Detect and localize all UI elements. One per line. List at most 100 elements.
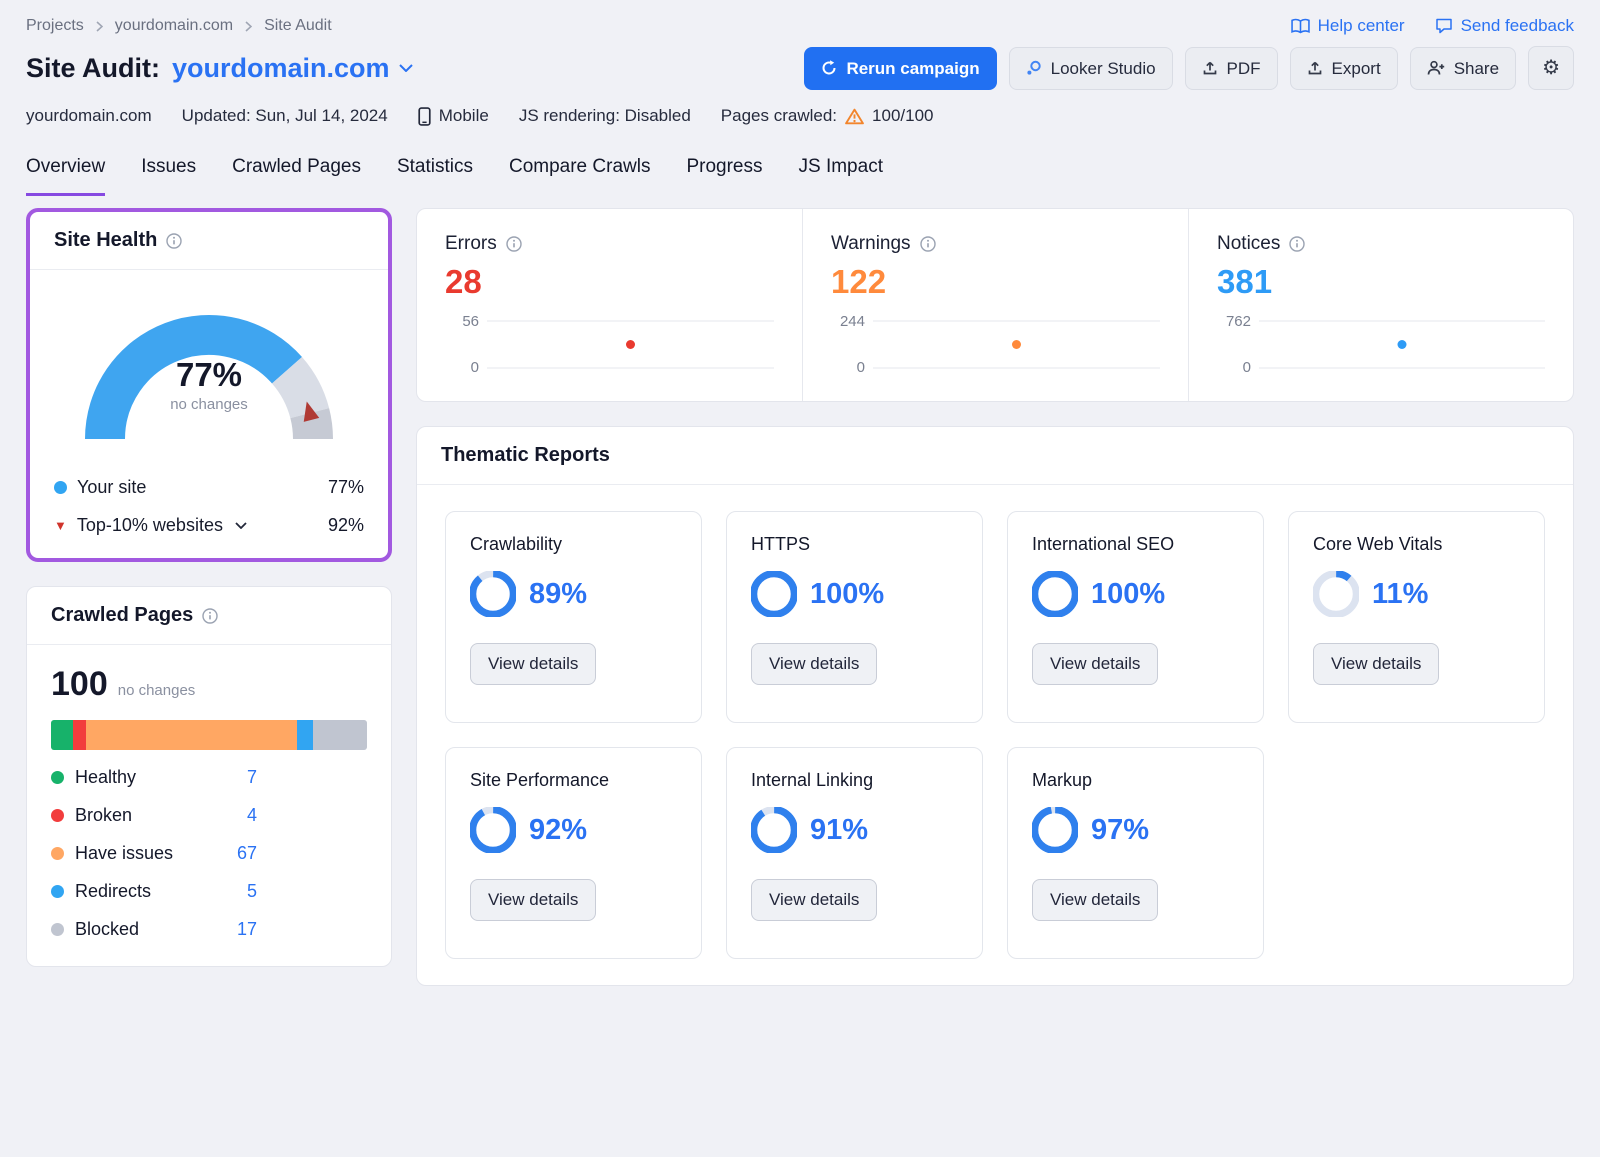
axis-min-label: 0 bbox=[1217, 359, 1251, 376]
help-center-icon bbox=[1291, 18, 1310, 35]
healthy-count-link[interactable]: 7 bbox=[215, 767, 257, 788]
refresh-icon bbox=[821, 60, 837, 76]
looker-studio-button[interactable]: Looker Studio bbox=[1009, 47, 1173, 90]
help-center-link[interactable]: Help center bbox=[1291, 16, 1405, 36]
axis-min-label: 0 bbox=[445, 359, 479, 376]
report-percent: 89% bbox=[529, 578, 587, 611]
thematic-reports-header: Thematic Reports bbox=[417, 427, 1573, 485]
info-icon[interactable] bbox=[166, 233, 182, 249]
donut-chart bbox=[751, 807, 797, 853]
blocked-count-link[interactable]: 17 bbox=[215, 919, 257, 940]
tab-compare-crawls[interactable]: Compare Crawls bbox=[509, 156, 650, 196]
info-icon[interactable] bbox=[920, 236, 936, 252]
title-row: Site Audit: yourdomain.com Rerun campaig… bbox=[26, 46, 1574, 90]
blue-dot-icon bbox=[51, 885, 64, 898]
tab-js-impact[interactable]: JS Impact bbox=[799, 156, 883, 196]
tab-crawled-pages[interactable]: Crawled Pages bbox=[232, 156, 361, 196]
red-dot-icon bbox=[51, 809, 64, 822]
thematic-reports-card: Thematic Reports Crawlability 89% View d… bbox=[416, 426, 1574, 986]
tab-bar: Overview Issues Crawled Pages Statistics… bbox=[26, 156, 1574, 196]
report-percent: 100% bbox=[810, 578, 884, 611]
green-dot-icon bbox=[51, 771, 64, 784]
domain-selector[interactable]: yourdomain.com bbox=[172, 53, 413, 84]
crawled-pages-title: Crawled Pages bbox=[51, 604, 193, 627]
legend-row-broken: Broken 4 bbox=[51, 805, 367, 826]
report-title: Crawlability bbox=[470, 534, 677, 555]
rerun-campaign-label: Rerun campaign bbox=[846, 60, 979, 77]
warnings-column: Warnings 122 244 0 bbox=[802, 209, 1188, 401]
meta-domain: yourdomain.com bbox=[26, 106, 152, 126]
view-details-button[interactable]: View details bbox=[751, 643, 877, 685]
your-site-value: 77% bbox=[328, 477, 364, 498]
site-health-score: 77% bbox=[69, 356, 349, 394]
rerun-campaign-button[interactable]: Rerun campaign bbox=[804, 47, 996, 90]
redirects-count-link[interactable]: 5 bbox=[215, 881, 257, 902]
upload-icon bbox=[1307, 60, 1323, 76]
campaign-meta-row: yourdomain.com Updated: Sun, Jul 14, 202… bbox=[26, 106, 1574, 126]
crawled-pages-change: no changes bbox=[118, 682, 196, 699]
donut-chart bbox=[1032, 807, 1078, 853]
site-health-card: Site Health 77% no changes Your site bbox=[26, 208, 392, 562]
info-icon[interactable] bbox=[1289, 236, 1305, 252]
settings-button[interactable]: ⚙ bbox=[1528, 46, 1574, 90]
crawled-pages-body: 100 no changes Healthy 7 Broken 4 bbox=[27, 645, 391, 966]
tab-progress[interactable]: Progress bbox=[686, 156, 762, 196]
tab-statistics[interactable]: Statistics bbox=[397, 156, 473, 196]
report-title: Internal Linking bbox=[751, 770, 958, 791]
looker-studio-label: Looker Studio bbox=[1051, 60, 1156, 77]
meta-pages-crawled: Pages crawled: 100/100 bbox=[721, 106, 934, 126]
view-details-button[interactable]: View details bbox=[470, 879, 596, 921]
sparkline-chart bbox=[873, 311, 1160, 377]
report-card-core-web-vitals: Core Web Vitals 11% View details bbox=[1288, 511, 1545, 723]
axis-min-label: 0 bbox=[831, 359, 865, 376]
warnings-sparkline: 244 0 bbox=[831, 311, 1160, 377]
site-health-header: Site Health bbox=[30, 212, 388, 270]
chevron-down-icon bbox=[399, 64, 413, 72]
info-icon[interactable] bbox=[202, 608, 218, 624]
axis-max-label: 762 bbox=[1217, 313, 1251, 330]
header-actions: Rerun campaign Looker Studio PDF Export … bbox=[804, 46, 1574, 90]
healthy-label: Healthy bbox=[75, 767, 215, 788]
donut-chart bbox=[1313, 571, 1359, 617]
view-details-button[interactable]: View details bbox=[1313, 643, 1439, 685]
report-card-international-seo: International SEO 100% View details bbox=[1007, 511, 1264, 723]
notices-sparkline: 762 0 bbox=[1217, 311, 1545, 377]
have-issues-count-link[interactable]: 67 bbox=[215, 843, 257, 864]
broken-count-link[interactable]: 4 bbox=[215, 805, 257, 826]
chevron-down-icon[interactable] bbox=[235, 522, 247, 529]
breadcrumb-projects[interactable]: Projects bbox=[26, 17, 84, 35]
top-links: Help center Send feedback bbox=[1291, 16, 1574, 36]
view-details-button[interactable]: View details bbox=[1032, 643, 1158, 685]
donut-chart bbox=[751, 571, 797, 617]
view-details-button[interactable]: View details bbox=[751, 879, 877, 921]
report-title: International SEO bbox=[1032, 534, 1239, 555]
view-details-button[interactable]: View details bbox=[470, 643, 596, 685]
legend-row-redirects: Redirects 5 bbox=[51, 881, 367, 902]
site-health-gauge: 77% no changes bbox=[69, 294, 349, 446]
site-audit-page: Projects yourdomain.com Site Audit Help … bbox=[0, 0, 1600, 1010]
report-card-crawlability: Crawlability 89% View details bbox=[445, 511, 702, 723]
share-button[interactable]: Share bbox=[1410, 47, 1516, 90]
tab-issues[interactable]: Issues bbox=[141, 156, 196, 196]
tab-overview[interactable]: Overview bbox=[26, 156, 105, 196]
info-icon[interactable] bbox=[506, 236, 522, 252]
issues-summary-card: Errors 28 56 0 Warnings bbox=[416, 208, 1574, 402]
legend-row-have-issues: Have issues 67 bbox=[51, 843, 367, 864]
pdf-button[interactable]: PDF bbox=[1185, 47, 1278, 90]
crawled-pages-card: Crawled Pages 100 no changes Healthy 7 bbox=[26, 586, 392, 967]
top10-value: 92% bbox=[328, 515, 364, 536]
mobile-icon bbox=[418, 107, 431, 126]
feedback-bubble-icon bbox=[1435, 18, 1453, 34]
view-details-button[interactable]: View details bbox=[1032, 879, 1158, 921]
report-card-internal-linking: Internal Linking 91% View details bbox=[726, 747, 983, 959]
breadcrumb-domain[interactable]: yourdomain.com bbox=[115, 17, 233, 35]
page-title: Site Audit: bbox=[26, 53, 160, 84]
legend-row-top10: ▼ Top-10% websites 92% bbox=[54, 515, 364, 536]
send-feedback-link[interactable]: Send feedback bbox=[1435, 16, 1574, 36]
export-button[interactable]: Export bbox=[1290, 47, 1398, 90]
legend-row-blocked: Blocked 17 bbox=[51, 919, 367, 940]
chevron-right-icon bbox=[96, 21, 103, 32]
upload-icon bbox=[1202, 60, 1218, 76]
donut-chart bbox=[470, 571, 516, 617]
chevron-right-icon bbox=[245, 21, 252, 32]
